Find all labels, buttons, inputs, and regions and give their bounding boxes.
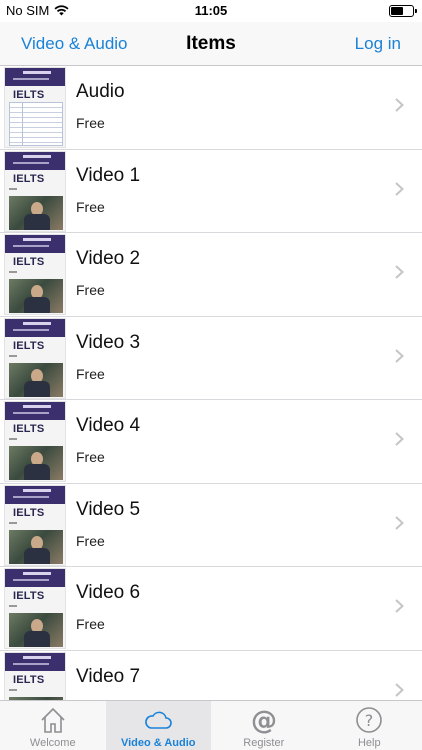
thumbnail-brand: IELTS <box>13 423 45 435</box>
tab-register[interactable]: @ Register <box>211 701 317 750</box>
thumbnail-brand: IELTS <box>13 590 45 602</box>
item-thumbnail: IELTS <box>4 568 66 649</box>
list-item[interactable]: IELTS Video 7 <box>0 651 422 700</box>
items-list: IELTS Audio Free IELTS Video 1 Free IELTS Video… <box>0 66 422 700</box>
house-icon <box>41 707 65 733</box>
publisher-logo-band <box>5 151 65 170</box>
item-price: Free <box>76 282 105 298</box>
chevron-right-icon <box>395 265 404 279</box>
chevron-right-icon <box>395 515 404 530</box>
cloud-icon <box>145 711 172 729</box>
thumbnail-caption <box>9 187 17 190</box>
item-price: Free <box>76 616 105 632</box>
clock: 11:05 <box>194 3 228 18</box>
list-item[interactable]: IELTS Video 1 Free <box>0 150 422 233</box>
svg-text:?: ? <box>365 711 374 730</box>
tab-bar: Welcome Video & Audio @ Register ? Help <box>0 700 422 750</box>
chevron-right-icon <box>395 682 404 697</box>
thumbnail-caption <box>9 271 17 273</box>
item-title: Video 6 <box>76 582 141 603</box>
navigation-bar: Video & Audio Items Log in <box>0 22 422 66</box>
item-price: Free <box>76 532 105 549</box>
tab-label: Help <box>357 737 381 749</box>
list-item[interactable]: IELTS Video 5 Free <box>0 484 422 567</box>
list-item[interactable]: IELTS Video 6 Free <box>0 567 422 651</box>
item-title: Audio <box>76 81 125 102</box>
item-thumbnail: IELTS <box>4 150 66 232</box>
thumbnail-photo <box>9 195 63 230</box>
chevron-right-icon <box>395 98 404 112</box>
thumbnail-brand: IELTS <box>13 673 45 686</box>
thumbnail-brand: IELTS <box>13 89 45 101</box>
item-title: Video 3 <box>76 331 141 353</box>
item-thumbnail: IELTS <box>4 484 66 566</box>
item-title: Video 5 <box>76 498 141 520</box>
list-item[interactable]: IELTS Video 4 Free <box>0 400 422 484</box>
thumbnail-brand: IELTS <box>13 256 45 268</box>
thumbnail-photo <box>9 362 63 397</box>
item-title: Video 2 <box>76 248 141 269</box>
publisher-logo-band <box>5 652 65 671</box>
at-sign-icon: @ <box>251 706 277 734</box>
item-title: Video 4 <box>76 415 141 436</box>
chevron-right-icon <box>395 181 404 196</box>
tab-help[interactable]: ? Help <box>317 701 422 750</box>
thumbnail-photo <box>9 279 63 313</box>
item-price: Free <box>76 115 105 131</box>
thumbnail-brand: IELTS <box>13 506 45 519</box>
chevron-right-icon <box>395 432 404 446</box>
item-price: Free <box>76 198 105 215</box>
item-price: Free <box>76 449 105 465</box>
thumbnail-photo <box>9 446 63 480</box>
list-item[interactable]: IELTS Video 2 Free <box>0 233 422 317</box>
thumbnail-caption <box>9 354 17 357</box>
item-title: Video 1 <box>76 164 141 186</box>
publisher-logo-band <box>5 402 65 420</box>
thumbnail-caption <box>9 438 17 440</box>
tab-welcome[interactable]: Welcome <box>0 701 106 750</box>
item-thumbnail: IELTS <box>4 651 66 700</box>
chevron-right-icon <box>395 599 404 613</box>
thumbnail-caption <box>9 605 17 607</box>
list-item[interactable]: IELTS Audio Free <box>0 66 422 150</box>
publisher-logo-band <box>5 318 65 337</box>
item-thumbnail: IELTS <box>4 401 66 482</box>
item-title: Video 7 <box>76 665 141 687</box>
thumbnail-brand: IELTS <box>13 339 45 352</box>
question-circle-icon: ? <box>356 707 383 733</box>
tab-label: Register <box>243 737 285 749</box>
thumbnail-caption <box>9 521 17 524</box>
battery-icon <box>389 5 417 17</box>
publisher-logo-band <box>5 235 65 253</box>
tab-label: Video & Audio <box>120 737 196 749</box>
thumbnail-photo <box>9 529 63 564</box>
thumbnail-caption <box>9 688 17 691</box>
item-thumbnail: IELTS <box>4 67 66 148</box>
thumbnail-brand: IELTS <box>13 172 45 185</box>
thumbnail-table-image <box>9 102 63 146</box>
item-thumbnail: IELTS <box>4 317 66 399</box>
tab-label: Welcome <box>29 737 76 749</box>
status-bar: No SIM 11:05 <box>0 0 422 22</box>
publisher-logo-band <box>5 68 65 86</box>
list-item[interactable]: IELTS Video 3 Free <box>0 317 422 400</box>
svg-text:@: @ <box>251 706 277 734</box>
login-button[interactable]: Log in <box>355 34 401 54</box>
thumbnail-photo <box>9 613 63 647</box>
publisher-logo-band <box>5 485 65 504</box>
item-price: Free <box>76 365 105 382</box>
publisher-logo-band <box>5 569 65 587</box>
item-thumbnail: IELTS <box>4 234 66 315</box>
chevron-right-icon <box>395 348 404 363</box>
tab-video-audio[interactable]: Video & Audio <box>105 701 211 750</box>
